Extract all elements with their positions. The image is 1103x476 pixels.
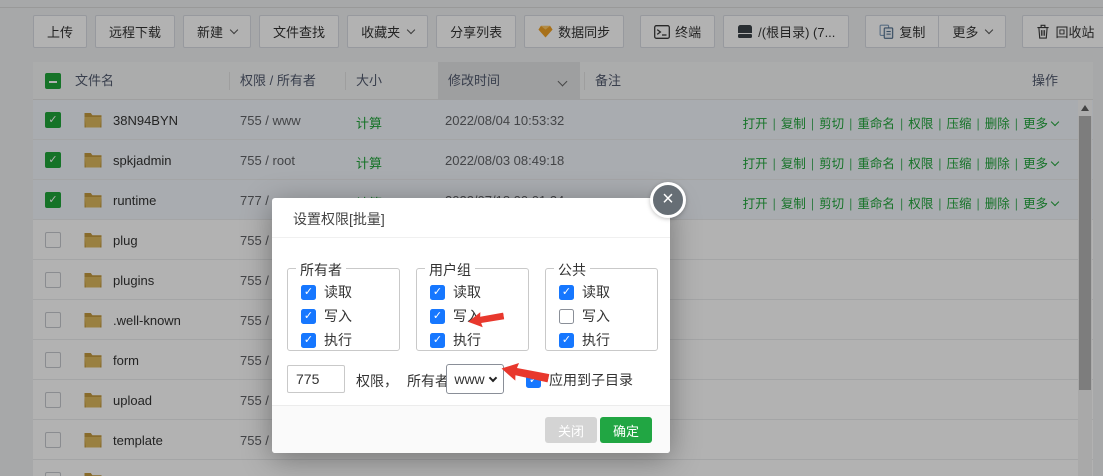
permission-option-row: ✓ 读取 bbox=[559, 282, 610, 302]
permission-checkbox[interactable]: ✓ bbox=[301, 284, 316, 300]
permission-checkbox[interactable]: ✓ bbox=[301, 308, 316, 324]
owner-select[interactable]: www bbox=[446, 364, 504, 394]
permission-checkbox[interactable]: ✓ bbox=[430, 332, 445, 348]
permission-option-row: 写入 bbox=[559, 306, 610, 326]
permission-checkbox[interactable]: ✓ bbox=[559, 284, 574, 300]
permission-value-input[interactable] bbox=[287, 365, 345, 393]
permission-option-row: ✓ 执行 bbox=[430, 330, 481, 350]
permission-option-row: ✓ 执行 bbox=[559, 330, 610, 350]
modal-close-button[interactable]: × bbox=[650, 182, 686, 218]
permission-checkbox-label: 读取 bbox=[582, 284, 610, 300]
permission-group-legend: 用户组 bbox=[425, 260, 475, 280]
permission-checkbox-label: 执行 bbox=[582, 332, 610, 348]
permission-checkbox[interactable]: ✓ bbox=[559, 332, 574, 348]
owner-select-value: www bbox=[454, 371, 485, 387]
modal-footer: 关闭 确定 bbox=[272, 405, 670, 453]
modal-confirm-button[interactable]: 确定 bbox=[599, 417, 652, 443]
permission-label: 权限， bbox=[356, 373, 398, 389]
permission-checkbox-label: 执行 bbox=[453, 332, 481, 348]
permission-checkbox-label: 读取 bbox=[324, 284, 352, 300]
apply-subdir-label: 应用到子目录 bbox=[549, 372, 633, 388]
permission-group-legend: 所有者 bbox=[296, 260, 346, 280]
permission-checkbox[interactable] bbox=[559, 308, 574, 324]
permission-group-legend: 公共 bbox=[554, 260, 590, 280]
permission-checkbox-label: 写入 bbox=[582, 308, 610, 324]
modal-cancel-button[interactable]: 关闭 bbox=[544, 417, 597, 443]
permission-value-row: 权限， 所有者 www ✓ 应用到子目录 bbox=[272, 364, 670, 395]
permission-option-row: ✓ 写入 bbox=[301, 306, 352, 326]
permission-group-2: 公共 ✓ 读取写入 ✓ 执行 bbox=[545, 260, 658, 351]
close-icon: × bbox=[662, 188, 674, 210]
owner-label: 所有者 bbox=[407, 373, 449, 389]
permission-checkbox-label: 读取 bbox=[453, 284, 481, 300]
modal-title-divider bbox=[272, 237, 670, 238]
permission-group-0: 所有者 ✓ 读取 ✓ 写入 ✓ 执行 bbox=[287, 260, 400, 351]
permission-checkbox[interactable]: ✓ bbox=[430, 284, 445, 300]
permission-group-1: 用户组 ✓ 读取 ✓ 写入 ✓ 执行 bbox=[416, 260, 529, 351]
modal-title: 设置权限[批量] bbox=[293, 211, 385, 227]
select-chevron-icon bbox=[488, 373, 497, 383]
permission-option-row: ✓ 执行 bbox=[301, 330, 352, 350]
permission-checkbox-label: 执行 bbox=[324, 332, 352, 348]
permission-checkbox[interactable]: ✓ bbox=[301, 332, 316, 348]
permission-checkbox[interactable]: ✓ bbox=[430, 308, 445, 324]
permission-option-row: ✓ 读取 bbox=[430, 282, 481, 302]
permission-checkbox-label: 写入 bbox=[324, 308, 352, 324]
permission-option-row: ✓ 读取 bbox=[301, 282, 352, 302]
